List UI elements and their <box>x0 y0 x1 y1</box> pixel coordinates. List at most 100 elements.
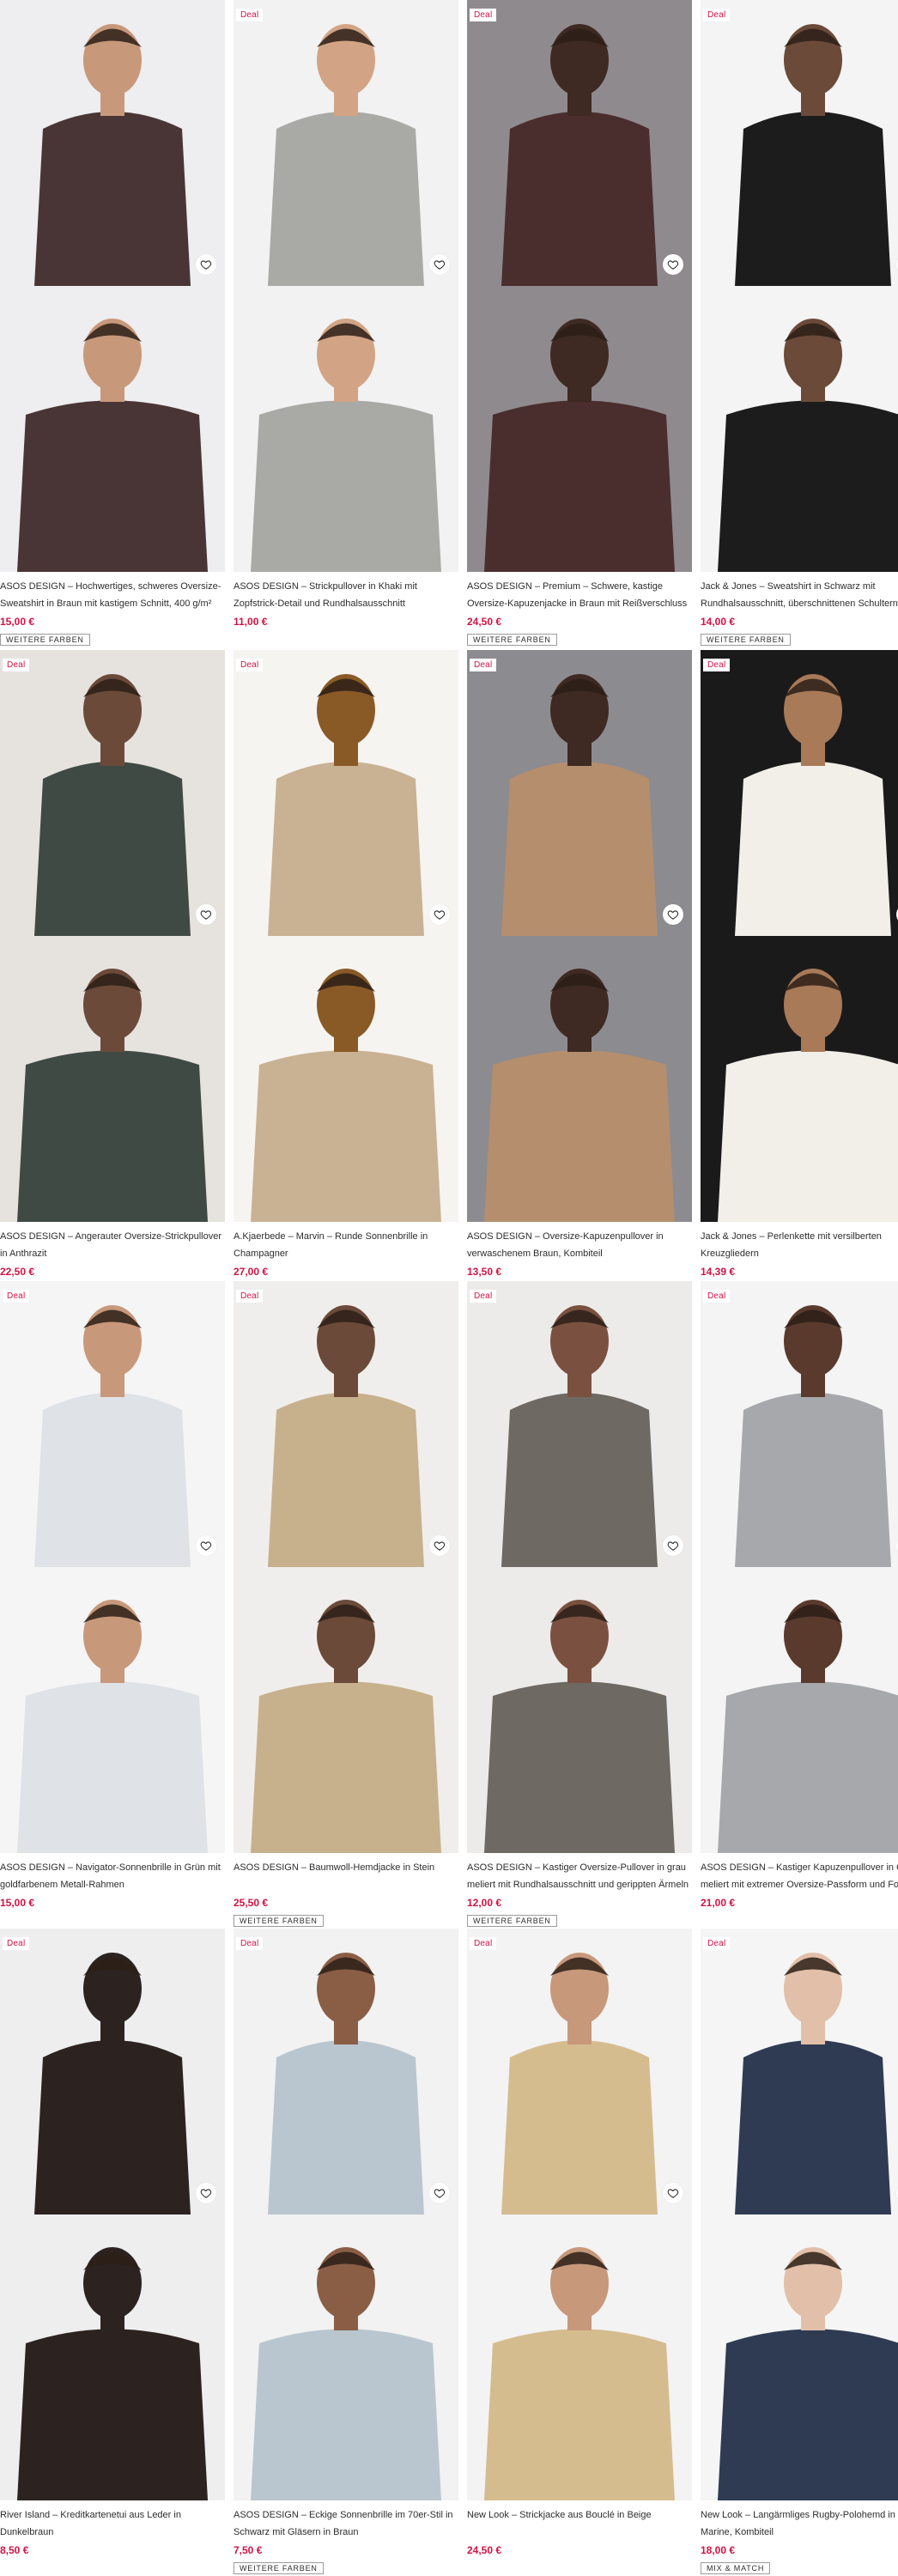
product-image-gallery[interactable]: Deal <box>467 1281 692 1853</box>
more-colors-tag[interactable]: Weitere Farben <box>234 1915 324 1927</box>
save-for-later-button[interactable] <box>196 1535 216 1556</box>
product-tile[interactable]: Deal River Island – Kreditkartenetui aus… <box>0 1929 225 2560</box>
product-tile[interactable]: Deal ASOS DESIGN – Navigator-Sonnenbrill… <box>0 1281 225 1912</box>
save-for-later-button[interactable] <box>429 1535 450 1556</box>
product-image-gallery[interactable]: Deal <box>701 650 898 1222</box>
save-for-later-button[interactable] <box>429 254 450 275</box>
product-image-alt[interactable] <box>701 936 898 1222</box>
product-image[interactable] <box>0 1281 225 1567</box>
product-image-gallery[interactable]: Deal <box>234 0 458 572</box>
product-image[interactable] <box>234 1281 458 1567</box>
product-title[interactable]: ASOS DESIGN – Kastiger Oversize-Pullover… <box>467 1859 692 1893</box>
product-tile[interactable]: Deal ASOS DESIGN – Kastiger Kapuzenpullo… <box>701 1281 898 1912</box>
product-image-alt[interactable] <box>234 2215 458 2500</box>
more-colors-tag[interactable]: Weitere Farben <box>0 634 90 646</box>
product-image[interactable] <box>0 650 225 936</box>
product-tile[interactable]: ASOS DESIGN – Hochwertiges, schweres Ove… <box>0 0 225 647</box>
product-title[interactable]: ASOS DESIGN – Navigator-Sonnenbrille in … <box>0 1859 225 1893</box>
product-image-gallery[interactable]: Deal <box>0 650 225 1222</box>
product-image-alt[interactable] <box>467 1567 692 1853</box>
product-image-gallery[interactable]: Deal <box>467 1929 692 2500</box>
save-for-later-button[interactable] <box>663 904 683 925</box>
product-title[interactable]: ASOS DESIGN – Eckige Sonnenbrille im 70e… <box>234 2506 458 2541</box>
product-price: 13,50 € <box>467 1266 502 1278</box>
product-image-alt[interactable] <box>0 936 225 1222</box>
product-title[interactable]: Jack & Jones – Perlenkette mit versilber… <box>701 1228 898 1262</box>
product-image-alt[interactable] <box>467 936 692 1222</box>
save-for-later-button[interactable] <box>196 254 216 275</box>
product-image-gallery[interactable]: Deal <box>0 1929 225 2500</box>
product-image[interactable] <box>0 1929 225 2215</box>
more-colors-tag[interactable]: Weitere Farben <box>701 634 791 646</box>
product-image[interactable] <box>234 1929 458 2215</box>
product-image-alt[interactable] <box>467 2215 692 2500</box>
product-image[interactable] <box>467 0 692 286</box>
product-image-alt[interactable] <box>467 286 692 572</box>
product-tile[interactable]: Deal Jack & Jones – Sweatshirt in Schwar… <box>701 0 898 647</box>
product-image[interactable] <box>701 1929 898 2215</box>
product-tile[interactable]: Deal ASOS DESIGN – Baumwoll-Hemdjacke in… <box>234 1281 458 1928</box>
product-tile[interactable]: Deal ASOS DESIGN – Kastiger Oversize-Pul… <box>467 1281 692 1928</box>
product-image-alt[interactable] <box>234 1567 458 1853</box>
product-image-gallery[interactable]: Deal <box>0 1281 225 1853</box>
product-image-alt[interactable] <box>701 286 898 572</box>
save-for-later-button[interactable] <box>196 904 216 925</box>
product-title[interactable]: River Island – Kreditkartenetui aus Lede… <box>0 2506 225 2541</box>
product-title[interactable]: ASOS DESIGN – Premium – Schwere, kastige… <box>467 578 692 612</box>
product-image-alt[interactable] <box>234 936 458 1222</box>
product-image-alt[interactable] <box>701 2215 898 2500</box>
product-image-gallery[interactable]: Deal <box>701 0 898 572</box>
product-title[interactable]: ASOS DESIGN – Hochwertiges, schweres Ove… <box>0 578 225 612</box>
more-colors-tag[interactable]: Weitere Farben <box>467 634 557 646</box>
product-image[interactable] <box>234 0 458 286</box>
more-colors-tag[interactable]: Weitere Farben <box>467 1915 557 1927</box>
product-image-gallery[interactable]: Deal <box>234 1281 458 1853</box>
save-for-later-button[interactable] <box>196 2183 216 2203</box>
product-tile[interactable]: Deal ASOS DESIGN – Angerauter Oversize-S… <box>0 650 225 1281</box>
product-tile[interactable]: Deal ASOS DESIGN – Oversize-Kapuzenpullo… <box>467 650 692 1281</box>
product-image[interactable] <box>467 1281 692 1567</box>
product-tile[interactable]: Deal ASOS DESIGN – Premium – Schwere, ka… <box>467 0 692 647</box>
save-for-later-button[interactable] <box>429 2183 450 2203</box>
product-title[interactable]: ASOS DESIGN – Angerauter Oversize-Strick… <box>0 1228 225 1262</box>
product-title[interactable]: A.Kjaerbede – Marvin – Runde Sonnenbrill… <box>234 1228 458 1262</box>
product-title[interactable]: ASOS DESIGN – Strickpullover in Khaki mi… <box>234 578 458 612</box>
product-image-alt[interactable] <box>0 2215 225 2500</box>
product-image-alt[interactable] <box>0 1567 225 1853</box>
product-tile[interactable]: Deal A.Kjaerbede – Marvin – Runde Sonnen… <box>234 650 458 1281</box>
product-image[interactable] <box>701 650 898 936</box>
product-tile[interactable]: Deal New Look – Strickjacke aus Bouclé i… <box>467 1929 692 2560</box>
product-image-gallery[interactable]: Deal <box>701 1281 898 1853</box>
product-image-alt[interactable] <box>0 286 225 572</box>
product-image[interactable] <box>467 1929 692 2215</box>
product-image-alt[interactable] <box>701 1567 898 1853</box>
product-title[interactable]: ASOS DESIGN – Kastiger Kapuzenpullover i… <box>701 1859 898 1893</box>
product-tile[interactable]: Deal New Look – Langärmliges Rugby-Poloh… <box>701 1929 898 2575</box>
product-title[interactable]: New Look – Langärmliges Rugby-Polohemd i… <box>701 2506 898 2541</box>
product-image-gallery[interactable]: Deal <box>234 650 458 1222</box>
save-for-later-button[interactable] <box>429 904 450 925</box>
more-colors-tag[interactable]: Weitere Farben <box>234 2562 324 2574</box>
save-for-later-button[interactable] <box>663 2183 683 2203</box>
product-image[interactable] <box>467 650 692 936</box>
product-image-gallery[interactable]: Deal <box>234 1929 458 2500</box>
product-tile[interactable]: Deal Jack & Jones – Perlenkette mit vers… <box>701 650 898 1281</box>
product-image-gallery[interactable]: Deal <box>467 650 692 1222</box>
product-title[interactable]: Jack & Jones – Sweatshirt in Schwarz mit… <box>701 578 898 612</box>
more-colors-tag[interactable]: Mix & Match <box>701 2562 771 2574</box>
save-for-later-button[interactable] <box>663 254 683 275</box>
product-title[interactable]: ASOS DESIGN – Baumwoll-Hemdjacke in Stei… <box>234 1859 458 1893</box>
product-image[interactable] <box>0 0 225 286</box>
product-image[interactable] <box>701 1281 898 1567</box>
product-image-gallery[interactable]: Deal <box>467 0 692 572</box>
product-tile[interactable]: Deal ASOS DESIGN – Strickpullover in Kha… <box>234 0 458 631</box>
product-image[interactable] <box>234 650 458 936</box>
product-image-alt[interactable] <box>234 286 458 572</box>
product-image-gallery[interactable]: Deal <box>701 1929 898 2500</box>
save-for-later-button[interactable] <box>663 1535 683 1556</box>
product-tile[interactable]: Deal ASOS DESIGN – Eckige Sonnenbrille i… <box>234 1929 458 2575</box>
product-title[interactable]: ASOS DESIGN – Oversize-Kapuzenpullover i… <box>467 1228 692 1262</box>
product-image-gallery[interactable] <box>0 0 225 572</box>
product-title[interactable]: New Look – Strickjacke aus Bouclé in Bei… <box>467 2506 692 2541</box>
product-image[interactable] <box>701 0 898 286</box>
